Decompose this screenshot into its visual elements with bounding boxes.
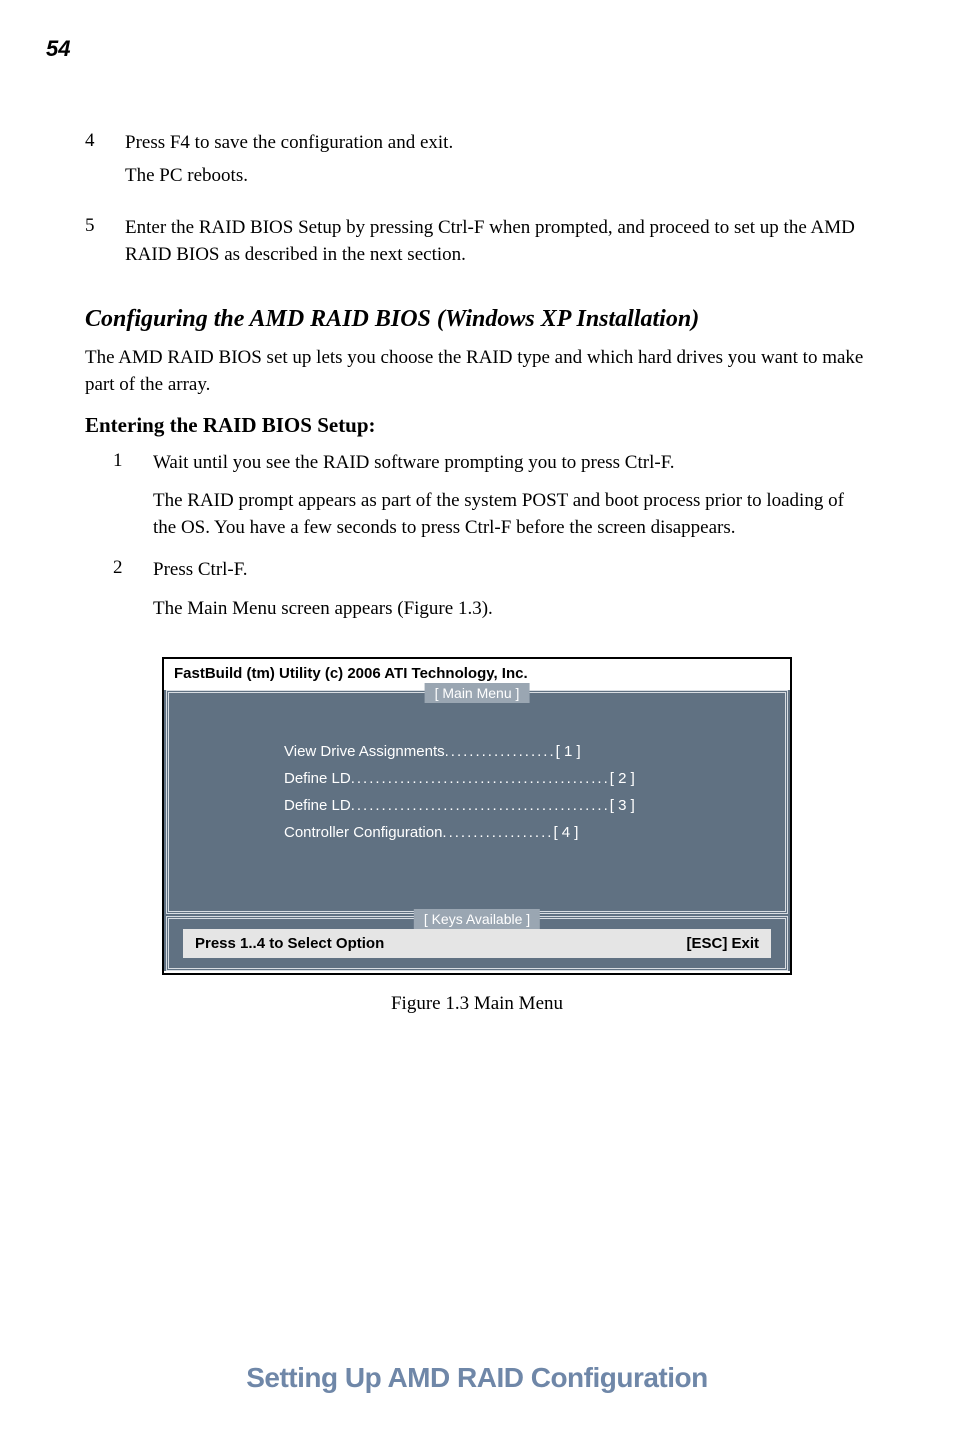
step-line: Press Ctrl-F.	[153, 557, 493, 584]
step-follow: The Main Menu screen appears (Figure 1.3…	[153, 596, 493, 623]
page-content: 4 Press F4 to save the configuration and…	[0, 0, 954, 1015]
step-5: 5 Enter the RAID BIOS Setup by pressing …	[85, 215, 869, 274]
keys-right: [ESC] Exit	[686, 935, 759, 952]
menu-item-3[interactable]: Define LD...............................…	[189, 797, 765, 814]
menu-dots: ........................................…	[351, 797, 610, 814]
figure-caption: Figure 1.3 Main Menu	[85, 993, 869, 1015]
menu-dots: ..................	[445, 743, 556, 760]
step-number: 1	[113, 450, 153, 548]
substep-1: 1 Wait until you see the RAID software p…	[113, 450, 869, 548]
footer-title: Setting Up AMD RAID Configuration	[0, 1362, 954, 1394]
step-line: Wait until you see the RAID software pro…	[153, 450, 869, 477]
bios-screenshot: FastBuild (tm) Utility (c) 2006 ATI Tech…	[162, 657, 792, 975]
section-para: The AMD RAID BIOS set up lets you choose…	[85, 345, 869, 398]
step-line: Press F4 to save the configuration and e…	[125, 130, 453, 157]
section-heading: Configuring the AMD RAID BIOS (Windows X…	[85, 306, 869, 333]
step-text: Enter the RAID BIOS Setup by pressing Ct…	[125, 215, 869, 274]
menu-label: Controller Configuration	[284, 824, 442, 841]
menu-dots: ..................	[442, 824, 553, 841]
step-line: The PC reboots.	[125, 163, 453, 190]
menu-key: [ 2 ]	[610, 770, 635, 787]
menu-key: [ 1 ]	[556, 743, 581, 760]
menu-item-1[interactable]: View Drive Assignments..................…	[189, 743, 765, 760]
page-number: 54	[46, 36, 70, 62]
menu-dots: ........................................…	[351, 770, 610, 787]
bios-keys-title: [ Keys Available ]	[414, 909, 540, 929]
step-text: Press F4 to save the configuration and e…	[125, 130, 453, 195]
bios-main-panel: [ Main Menu ] View Drive Assignments....…	[166, 690, 788, 914]
step-text: Press Ctrl-F. The Main Menu screen appea…	[153, 557, 493, 628]
bios-keys-bar: Press 1..4 to Select Option [ESC] Exit	[183, 929, 771, 958]
step-text: Wait until you see the RAID software pro…	[153, 450, 869, 548]
keys-left: Press 1..4 to Select Option	[195, 935, 384, 952]
step-number: 4	[85, 130, 125, 195]
menu-item-2[interactable]: Define LD...............................…	[189, 770, 765, 787]
substep-2: 2 Press Ctrl-F. The Main Menu screen app…	[113, 557, 869, 628]
bios-screen: [ Main Menu ] View Drive Assignments....…	[164, 690, 790, 971]
step-follow: The RAID prompt appears as part of the s…	[153, 488, 869, 541]
menu-label: Define LD	[284, 797, 351, 814]
step-4: 4 Press F4 to save the configuration and…	[85, 130, 869, 195]
sub-heading: Entering the RAID BIOS Setup:	[85, 413, 869, 438]
menu-item-4[interactable]: Controller Configuration................…	[189, 824, 765, 841]
menu-label: Define LD	[284, 770, 351, 787]
step-number: 2	[113, 557, 153, 628]
step-number: 5	[85, 215, 125, 274]
bios-main-title: [ Main Menu ]	[425, 683, 530, 703]
menu-key: [ 3 ]	[610, 797, 635, 814]
menu-key: [ 4 ]	[553, 824, 578, 841]
step-line: Enter the RAID BIOS Setup by pressing Ct…	[125, 215, 869, 268]
menu-label: View Drive Assignments	[284, 743, 445, 760]
bios-keys-panel: [ Keys Available ] Press 1..4 to Select …	[166, 916, 788, 971]
